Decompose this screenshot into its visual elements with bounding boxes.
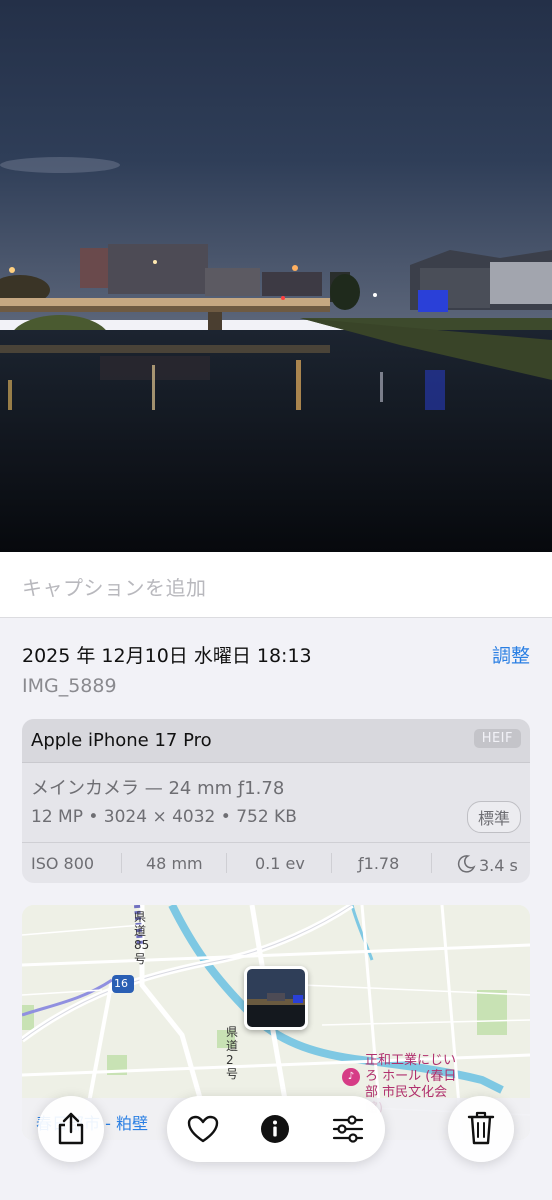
caption-field[interactable]: キャプションを追加: [0, 552, 552, 618]
adjust-button[interactable]: 調整: [492, 641, 530, 668]
capture-datetime: 2025 年 12月10日 水曜日 18:13: [22, 645, 312, 667]
device-name: Apple iPhone 17 Pro: [31, 730, 212, 751]
photo-view[interactable]: [0, 0, 552, 552]
exif-iso: ISO 800: [31, 854, 95, 873]
file-name: IMG_5889: [22, 675, 117, 697]
lens-info: メインカメラ — 24 mm ƒ1.78: [31, 778, 285, 799]
exif-aperture: ƒ1.78: [358, 854, 400, 873]
divider: [226, 853, 227, 873]
caption-placeholder: キャプションを追加: [22, 576, 207, 600]
exif-ev: 0.1 ev: [255, 854, 305, 873]
night-mode-icon: [457, 855, 476, 873]
exif-shutter-group: 3.4 s: [456, 854, 518, 875]
card-header: Apple iPhone 17 Pro HEIF: [22, 719, 530, 763]
share-icon: [58, 1112, 84, 1145]
poi-pin-icon[interactable]: ♪: [342, 1068, 360, 1086]
info-icon[interactable]: [260, 1114, 290, 1144]
photo-location-thumbnail[interactable]: [244, 966, 308, 1030]
exif-focal: 48 mm: [146, 854, 203, 873]
camera-info-card: Apple iPhone 17 Pro HEIF メインカメラ — 24 mm …: [22, 719, 530, 883]
route-number: 16: [114, 977, 128, 990]
sliders-icon[interactable]: [332, 1115, 364, 1143]
photo-style-badge[interactable]: 標準: [466, 801, 521, 833]
heart-icon[interactable]: [187, 1115, 219, 1143]
road-label-2: 県道2号: [226, 1025, 239, 1081]
divider: [121, 853, 122, 873]
image-specs: 12 MP • 3024 × 4032 • 752 KB: [31, 807, 297, 827]
delete-button[interactable]: [448, 1096, 514, 1162]
divider: [431, 853, 432, 873]
exif-shutter: 3.4 s: [479, 856, 518, 875]
road-label: 県道85号: [134, 910, 150, 966]
action-toolbar: [167, 1096, 385, 1162]
trash-icon: [467, 1111, 495, 1145]
divider: [331, 853, 332, 873]
format-badge: HEIF: [473, 729, 521, 748]
exif-row: ISO 800 48 mm 0.1 ev ƒ1.78 3.4 s: [22, 842, 530, 883]
share-button[interactable]: [38, 1096, 104, 1162]
